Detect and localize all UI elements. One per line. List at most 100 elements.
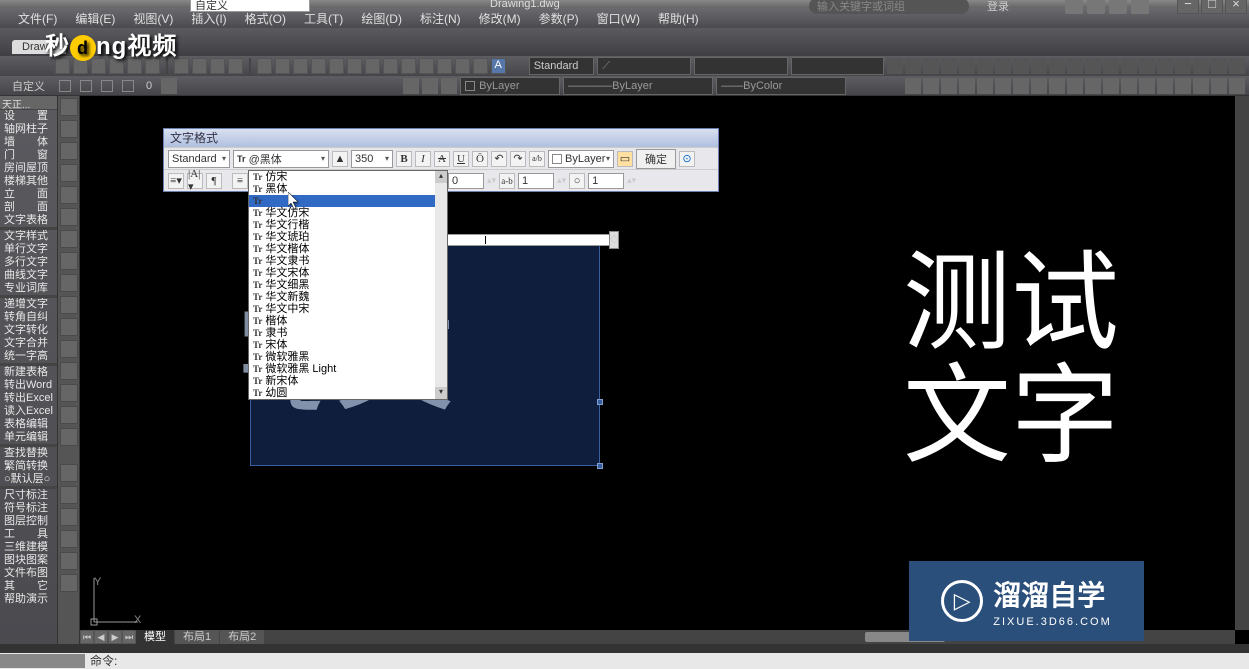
font-option[interactable]: Tr华文楷体 bbox=[249, 243, 447, 255]
tool-icon[interactable] bbox=[905, 58, 921, 74]
checkbox[interactable] bbox=[80, 80, 92, 92]
tool-icon[interactable] bbox=[437, 58, 452, 74]
panel-header[interactable]: 天正... bbox=[0, 96, 57, 110]
font-option[interactable]: Tr华文新魏 bbox=[249, 291, 447, 303]
tool-icon[interactable] bbox=[1157, 58, 1173, 74]
tool-icon[interactable] bbox=[60, 530, 78, 548]
checkbox[interactable] bbox=[101, 80, 113, 92]
panel-item[interactable]: 读入Excel bbox=[0, 405, 57, 418]
panel-item[interactable]: 墙 体 bbox=[0, 136, 57, 149]
infocenter-btn[interactable] bbox=[1109, 0, 1127, 14]
resize-handle[interactable] bbox=[597, 463, 603, 469]
tool-icon[interactable] bbox=[60, 406, 78, 424]
text-style-icon[interactable]: A bbox=[491, 58, 506, 74]
font-option[interactable]: Tr华文宋体 bbox=[249, 267, 447, 279]
checkbox[interactable] bbox=[59, 80, 71, 92]
mleader-style-combo[interactable] bbox=[791, 57, 885, 75]
tool-icon[interactable] bbox=[1139, 58, 1155, 74]
tool-icon[interactable] bbox=[1049, 78, 1065, 94]
tool-icon[interactable] bbox=[1211, 78, 1227, 94]
tool-icon[interactable] bbox=[941, 78, 957, 94]
panel-item[interactable]: 门 窗 bbox=[0, 149, 57, 162]
font-option[interactable]: Tr微软雅黑 bbox=[249, 351, 447, 363]
underline-button[interactable]: U bbox=[453, 151, 469, 167]
menu-view[interactable]: 视图(V) bbox=[133, 10, 173, 27]
panel-item[interactable]: 文字样式 bbox=[0, 230, 57, 243]
tool-icon[interactable] bbox=[1013, 58, 1029, 74]
panel-item[interactable]: 工 具 bbox=[0, 528, 57, 541]
tool-icon[interactable] bbox=[1067, 78, 1083, 94]
tool-icon[interactable] bbox=[60, 340, 78, 358]
menu-draw[interactable]: 绘图(D) bbox=[361, 10, 402, 27]
panel-item[interactable]: 房间屋顶 bbox=[0, 162, 57, 175]
ok-button[interactable]: 确定 bbox=[636, 149, 676, 169]
panel-item[interactable]: 符号标注 bbox=[0, 502, 57, 515]
ruler-button[interactable]: ▭ bbox=[617, 151, 633, 167]
title-layer-combo[interactable]: 自定义 bbox=[190, 0, 310, 12]
menu-help[interactable]: 帮助(H) bbox=[658, 10, 699, 27]
stack-button[interactable]: a/b bbox=[529, 151, 545, 167]
maximize-button[interactable]: □ bbox=[1201, 0, 1223, 14]
point-icon[interactable] bbox=[60, 274, 78, 292]
panel-item[interactable]: 图层控制 bbox=[0, 515, 57, 528]
panel-item[interactable]: 文件布图 bbox=[0, 567, 57, 580]
panel-item[interactable]: 楼梯其他 bbox=[0, 175, 57, 188]
layout2-tab[interactable]: 布局2 bbox=[220, 630, 265, 644]
tool-icon[interactable] bbox=[1121, 78, 1137, 94]
panel-item[interactable]: 转角自纠 bbox=[0, 311, 57, 324]
tool-icon[interactable] bbox=[995, 58, 1011, 74]
tool-icon[interactable] bbox=[959, 58, 975, 74]
panel-item[interactable]: 文字转化 bbox=[0, 324, 57, 337]
tool-icon[interactable] bbox=[977, 58, 993, 74]
width-icon[interactable]: ○ bbox=[569, 173, 585, 189]
panel-item[interactable]: 表格编辑 bbox=[0, 418, 57, 431]
linetype-combo[interactable]: ———— ByLayer bbox=[563, 77, 713, 95]
close-button[interactable]: × bbox=[1225, 0, 1247, 14]
tool-icon[interactable] bbox=[1157, 78, 1173, 94]
lineweight-combo[interactable]: —— ByColor bbox=[716, 77, 846, 95]
tool-icon[interactable] bbox=[887, 58, 903, 74]
justify-icon[interactable]: |A|▾ bbox=[187, 173, 203, 189]
tool-icon[interactable] bbox=[905, 78, 921, 94]
panel-item[interactable]: 帮助演示 bbox=[0, 593, 57, 606]
panel-item[interactable]: 文字合并 bbox=[0, 337, 57, 350]
tool-icon[interactable] bbox=[60, 508, 78, 526]
tool-icon[interactable] bbox=[60, 574, 78, 592]
width-input[interactable] bbox=[588, 173, 624, 189]
ellipse-icon[interactable] bbox=[60, 208, 78, 226]
scroll-down-icon[interactable]: ▾ bbox=[435, 387, 447, 399]
tool-icon[interactable] bbox=[383, 58, 398, 74]
strikethrough-button[interactable]: A bbox=[434, 151, 450, 167]
tool-icon[interactable] bbox=[161, 78, 177, 94]
panel-item[interactable]: 递增文字 bbox=[0, 298, 57, 311]
font-option[interactable]: Tr bbox=[249, 195, 447, 207]
panel-item[interactable]: 多行文字 bbox=[0, 256, 57, 269]
hatch-icon[interactable] bbox=[60, 252, 78, 270]
paragraph-icon[interactable]: ¶ bbox=[206, 173, 222, 189]
align-left-icon[interactable]: ≡ bbox=[232, 173, 248, 189]
panel-item[interactable]: 新建表格 bbox=[0, 366, 57, 379]
tool-icon[interactable] bbox=[1103, 58, 1119, 74]
tool-icon[interactable] bbox=[1175, 58, 1191, 74]
tool-icon[interactable] bbox=[1193, 78, 1209, 94]
line-icon[interactable] bbox=[60, 98, 78, 116]
search-input[interactable]: 输入关键字或词组 bbox=[809, 0, 969, 14]
tool-icon[interactable] bbox=[365, 58, 380, 74]
font-option[interactable]: Tr华文细黑 bbox=[249, 279, 447, 291]
tool-icon[interactable] bbox=[1031, 78, 1047, 94]
tool-icon[interactable] bbox=[60, 362, 78, 380]
tool-icon[interactable] bbox=[275, 58, 290, 74]
panel-item[interactable]: 统一字高 bbox=[0, 350, 57, 363]
tool-icon[interactable] bbox=[1121, 58, 1137, 74]
panel-item[interactable]: 单行文字 bbox=[0, 243, 57, 256]
command-line[interactable]: 命令: bbox=[0, 653, 1249, 669]
font-option[interactable]: Tr新宋体 bbox=[249, 375, 447, 387]
menu-tools[interactable]: 工具(T) bbox=[304, 10, 343, 27]
panel-item[interactable]: 文字表格 bbox=[0, 214, 57, 227]
oblique-input[interactable] bbox=[448, 173, 484, 189]
tool-icon[interactable] bbox=[941, 58, 957, 74]
tracking-icon[interactable]: a-b bbox=[499, 173, 515, 189]
tool-icon[interactable] bbox=[1013, 78, 1029, 94]
tool-icon[interactable] bbox=[60, 464, 78, 482]
tool-icon[interactable] bbox=[1049, 58, 1065, 74]
